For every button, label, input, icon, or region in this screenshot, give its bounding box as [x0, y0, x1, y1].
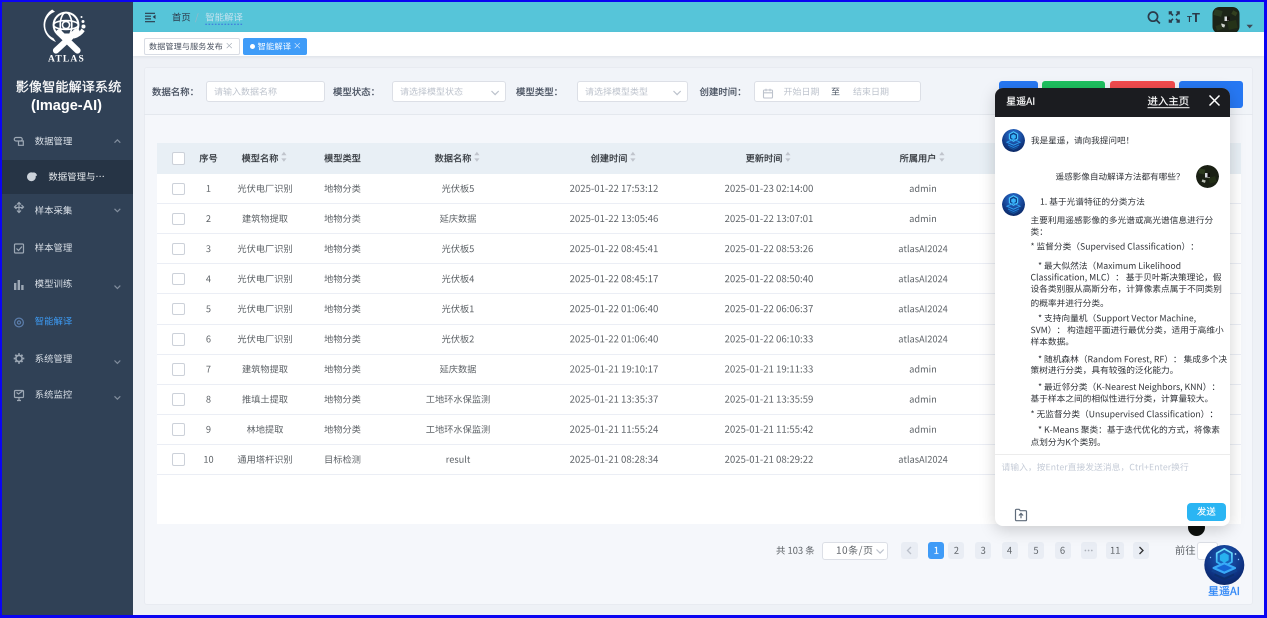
svg-text:(Image-AI): (Image-AI)	[31, 98, 102, 114]
svg-text:ATLAS: ATLAS	[48, 55, 85, 65]
svg-text:T: T	[1192, 10, 1200, 25]
svg-text:T: T	[1187, 15, 1192, 24]
